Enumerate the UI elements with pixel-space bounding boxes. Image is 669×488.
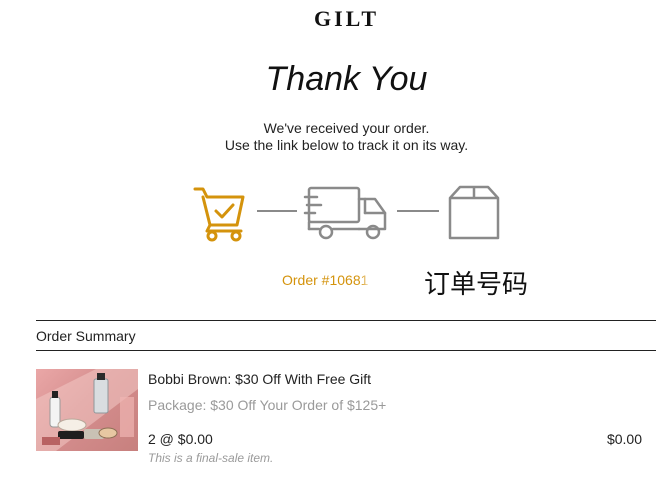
delivery-truck-icon: [303, 186, 387, 240]
divider: [36, 320, 656, 321]
confirmation-line-2: Use the link below to track it on its wa…: [224, 137, 469, 153]
product-photo-illustration: [36, 369, 138, 451]
quantity-price: 2 @ $0.00: [148, 431, 213, 447]
redaction-blur: [372, 268, 418, 292]
product-name[interactable]: Bobbi Brown: $30 Off With Free Gift: [148, 371, 371, 387]
package-description: Package: $30 Off Your Order of $125+: [148, 397, 387, 413]
order-progress-tracker: [0, 180, 669, 245]
line-total: $0.00: [606, 431, 642, 447]
divider: [36, 350, 656, 351]
confirmation-line-1: We've received your order.: [263, 120, 430, 136]
package-box-icon: [448, 185, 500, 240]
order-summary-heading: Order Summary: [36, 328, 136, 344]
cart-check-icon: [193, 187, 245, 242]
progress-connector: [257, 210, 297, 212]
final-sale-note: This is a final-sale item.: [148, 451, 274, 465]
order-number-link[interactable]: Order #10681: [282, 272, 368, 288]
order-number-annotation: 订单号码: [424, 270, 529, 300]
gilt-logo[interactable]: GILT: [0, 6, 669, 32]
confirmation-message: We've received your order. Use the link …: [0, 120, 669, 154]
progress-connector: [397, 210, 439, 212]
page-title: Thank You: [265, 60, 428, 98]
product-thumbnail[interactable]: [36, 369, 138, 451]
